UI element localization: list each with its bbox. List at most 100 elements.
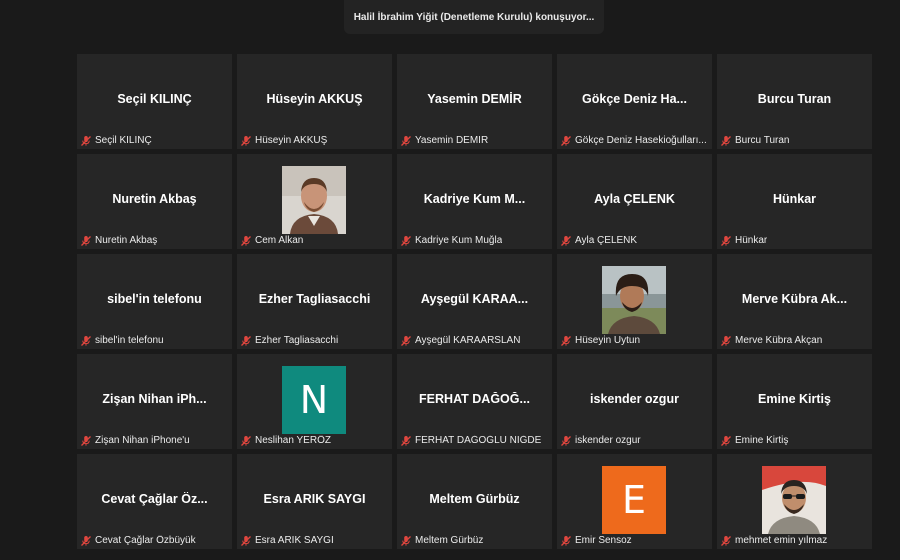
- participant-name-label: Ayşegül KARAARSLAN: [415, 334, 521, 346]
- participant-video-thumbnail: [602, 266, 666, 334]
- participant-tile[interactable]: Ezher Tagliasacchi Ezher Tagliasacchi: [237, 254, 392, 349]
- participant-name-label: Burcu Turan: [735, 134, 790, 146]
- participant-footer: Ayla ÇELENK: [560, 233, 709, 247]
- participant-footer: Zişan Nihan iPhone'u: [80, 433, 229, 447]
- participant-tile[interactable]: Seçil KILINÇ Seçil KILINÇ: [77, 54, 232, 149]
- participant-name-label: Merve Kübra Akçan: [735, 334, 823, 346]
- participant-footer: FERHAT DAĞOĞLU NİĞDE: [400, 433, 549, 447]
- participant-footer: Emine Kirtiş: [720, 433, 869, 447]
- participant-tile[interactable]: Emine Kirtiş Emine Kirtiş: [717, 354, 872, 449]
- muted-microphone-icon: [400, 234, 412, 246]
- muted-microphone-icon: [400, 334, 412, 346]
- participant-display-name: Zişan Nihan iPh...: [102, 392, 207, 406]
- participant-tile[interactable]: Ayla ÇELENK Ayla ÇELENK: [557, 154, 712, 249]
- muted-microphone-icon: [560, 434, 572, 446]
- muted-microphone-icon: [240, 534, 252, 546]
- participant-footer: sibel'in telefonu: [80, 333, 229, 347]
- participant-footer: Hünkar: [720, 233, 869, 247]
- participant-letter-avatar: E: [602, 466, 666, 534]
- participant-name-label: Emine Kirtiş: [735, 434, 789, 446]
- participant-footer: Neslihan YERÖZ: [240, 433, 389, 447]
- participant-tile[interactable]: FERHAT DAĞOĞ... FERHAT DAĞOĞLU NİĞDE: [397, 354, 552, 449]
- participant-footer: Seçil KILINÇ: [80, 133, 229, 147]
- participant-display-name: Cevat Çağlar Öz...: [101, 492, 208, 506]
- participant-name-label: Seçil KILINÇ: [95, 134, 152, 146]
- muted-microphone-icon: [560, 534, 572, 546]
- participant-name-label: Ezher Tagliasacchi: [255, 334, 339, 346]
- participant-footer: Hüseyin AKKUŞ: [240, 133, 389, 147]
- participant-name-label: Neslihan YERÖZ: [255, 434, 331, 446]
- participant-tile[interactable]: Hüseyin AKKUŞ Hüseyin AKKUŞ: [237, 54, 392, 149]
- participant-display-name: Hünkar: [772, 192, 817, 206]
- participant-display-name: Yasemin DEMİR: [427, 92, 522, 106]
- muted-microphone-icon: [80, 334, 92, 346]
- participant-display-name: FERHAT DAĞOĞ...: [419, 392, 530, 406]
- participant-name-label: Yasemin DEMİR: [415, 134, 489, 146]
- participant-tile[interactable]: Kadriye Kum M... Kadriye Kum Muğla: [397, 154, 552, 249]
- participant-display-name: Emine Kirtiş: [758, 392, 831, 406]
- participant-tile[interactable]: Hüseyin Uytun: [557, 254, 712, 349]
- participant-tile[interactable]: Cevat Çağlar Öz... Cevat Çağlar Özbüyük: [77, 454, 232, 549]
- participant-display-name: sibel'in telefonu: [107, 292, 202, 306]
- participant-tile[interactable]: Meltem Gürbüz Meltem Gürbüz: [397, 454, 552, 549]
- muted-microphone-icon: [240, 434, 252, 446]
- participant-display-name: Ayla ÇELENK: [594, 192, 675, 206]
- participant-footer: Cevat Çağlar Özbüyük: [80, 533, 229, 547]
- participant-name-label: sibel'in telefonu: [95, 334, 164, 346]
- muted-microphone-icon: [80, 134, 92, 146]
- participant-tile[interactable]: Hünkar Hünkar: [717, 154, 872, 249]
- participant-name-label: Nuretin Akbaş: [95, 234, 158, 246]
- participant-footer: Ezher Tagliasacchi: [240, 333, 389, 347]
- participant-footer: Merve Kübra Akçan: [720, 333, 869, 347]
- participant-display-name: Ezher Tagliasacchi: [258, 292, 371, 306]
- participant-tile[interactable]: Yasemin DEMİR Yasemin DEMİR: [397, 54, 552, 149]
- participant-tile[interactable]: Cem Alkan: [237, 154, 392, 249]
- participant-name-label: iskender ozgur: [575, 434, 641, 446]
- participant-tile[interactable]: Merve Kübra Ak... Merve Kübra Akçan: [717, 254, 872, 349]
- participant-name-label: Zişan Nihan iPhone'u: [95, 434, 190, 446]
- participant-footer: Meltem Gürbüz: [400, 533, 549, 547]
- participant-tile[interactable]: Ayşegül KARAA... Ayşegül KARAARSLAN: [397, 254, 552, 349]
- participant-name-label: Cem Alkan: [255, 234, 304, 246]
- muted-microphone-icon: [80, 234, 92, 246]
- participant-display-name: Gökçe Deniz Ha...: [582, 92, 687, 106]
- participant-footer: Burcu Turan: [720, 133, 869, 147]
- participant-tile[interactable]: mehmet emin yılmaz: [717, 454, 872, 549]
- muted-microphone-icon: [560, 134, 572, 146]
- participant-name-label: FERHAT DAĞOĞLU NİĞDE: [415, 434, 542, 446]
- participant-tile[interactable]: Gökçe Deniz Ha... Gökçe Deniz Hasekioğul…: [557, 54, 712, 149]
- muted-microphone-icon: [240, 134, 252, 146]
- participant-name-label: Kadriye Kum Muğla: [415, 234, 503, 246]
- participant-display-name: iskender ozgur: [590, 392, 679, 406]
- muted-microphone-icon: [80, 434, 92, 446]
- participant-tile[interactable]: Esra ARIK SAYGI Esra ARIK SAYGI: [237, 454, 392, 549]
- participant-name-label: Esra ARIK SAYGI: [255, 534, 334, 546]
- participant-tile[interactable]: E Emir Sensoz: [557, 454, 712, 549]
- participant-footer: Hüseyin Uytun: [560, 333, 709, 347]
- participant-video-thumbnail: [282, 166, 346, 234]
- participant-display-name: Esra ARIK SAYGI: [263, 492, 366, 506]
- participant-name-label: mehmet emin yılmaz: [735, 534, 828, 546]
- participant-name-label: Meltem Gürbüz: [415, 534, 484, 546]
- muted-microphone-icon: [400, 534, 412, 546]
- participant-footer: Esra ARIK SAYGI: [240, 533, 389, 547]
- participant-display-name: Meltem Gürbüz: [429, 492, 520, 506]
- participant-footer: Ayşegül KARAARSLAN: [400, 333, 549, 347]
- participant-tile[interactable]: Zişan Nihan iPh... Zişan Nihan iPhone'u: [77, 354, 232, 449]
- participant-display-name: Kadriye Kum M...: [423, 192, 526, 206]
- participant-tile[interactable]: sibel'in telefonu sibel'in telefonu: [77, 254, 232, 349]
- participant-gallery: Seçil KILINÇ Seçil KILINÇ Hüseyin AKKUŞ H…: [77, 54, 872, 549]
- participant-display-name: Ayşegül KARAA...: [420, 292, 529, 306]
- participant-display-name: Seçil KILINÇ: [117, 92, 192, 106]
- muted-microphone-icon: [720, 334, 732, 346]
- participant-display-name: Burcu Turan: [757, 92, 832, 106]
- participant-tile[interactable]: Nuretin Akbaş Nuretin Akbaş: [77, 154, 232, 249]
- participant-tile[interactable]: N Neslihan YERÖZ: [237, 354, 392, 449]
- participant-tile[interactable]: iskender ozgur iskender ozgur: [557, 354, 712, 449]
- participant-footer: Emir Sensoz: [560, 533, 709, 547]
- participant-name-label: Hüseyin AKKUŞ: [255, 134, 328, 146]
- participant-display-name: Merve Kübra Ak...: [741, 292, 848, 306]
- participant-tile[interactable]: Burcu Turan Burcu Turan: [717, 54, 872, 149]
- participant-footer: Cem Alkan: [240, 233, 389, 247]
- muted-microphone-icon: [560, 334, 572, 346]
